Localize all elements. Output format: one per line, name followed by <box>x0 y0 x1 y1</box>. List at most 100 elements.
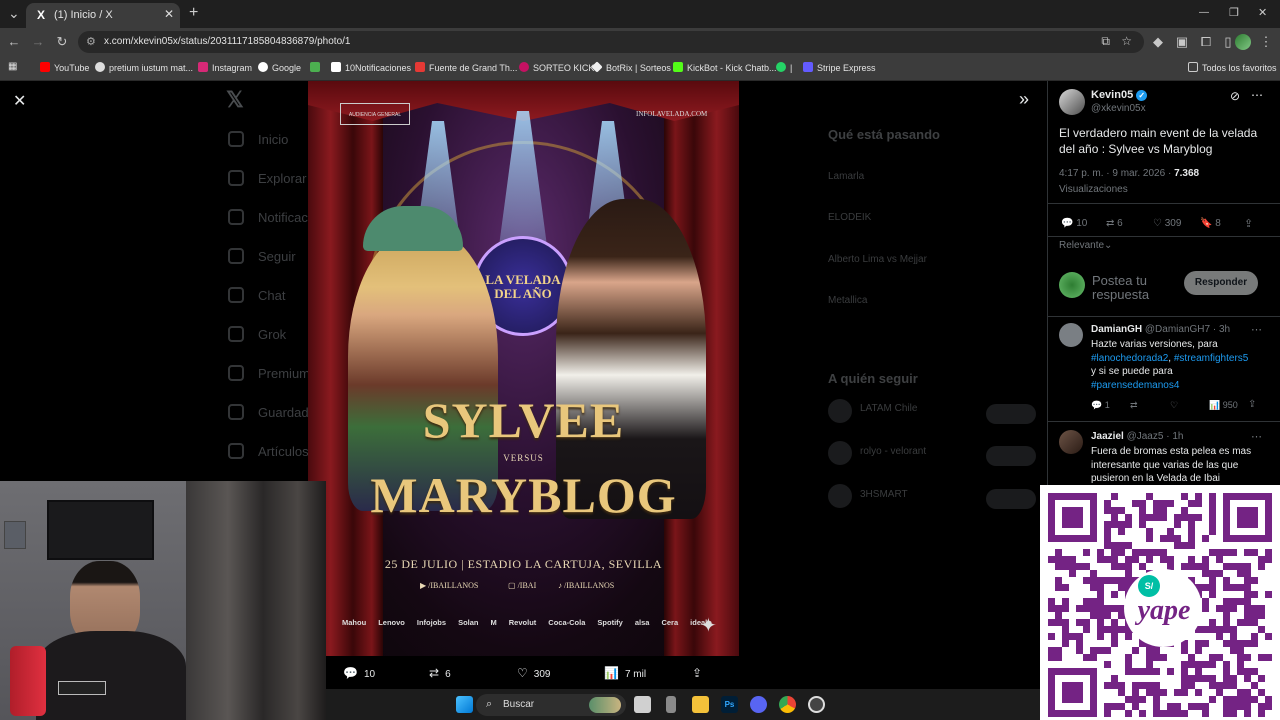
author-name[interactable]: Kevin05 ✓ <box>1091 89 1148 101</box>
share-icon[interactable]: ⇪ <box>1244 217 1253 230</box>
heart-icon[interactable]: ♡ <box>1170 400 1178 411</box>
close-window-icon[interactable]: ✕ <box>1258 6 1267 20</box>
views-button[interactable]: 📊 7 mil <box>604 666 646 680</box>
qr-module <box>1237 563 1244 570</box>
bookmark-kickbot[interactable]: KickBot - Kick Chatb... <box>673 62 777 73</box>
new-tab-icon[interactable]: + <box>189 5 198 21</box>
discord-icon[interactable] <box>750 696 767 713</box>
side-panel-icon[interactable]: ▯ <box>1220 34 1236 50</box>
qr-module <box>1195 500 1202 507</box>
photoshop-icon[interactable]: Ps <box>721 696 738 713</box>
share-icon[interactable]: ⇪ <box>692 666 702 680</box>
author-avatar[interactable] <box>1059 89 1085 115</box>
forward-icon[interactable]: → <box>30 34 46 50</box>
task-view-icon[interactable] <box>634 696 651 713</box>
webcam-overlay <box>0 481 326 720</box>
qr-module <box>1048 633 1055 640</box>
bookmark-stat[interactable]: 🔖 8 <box>1200 218 1221 229</box>
qr-module <box>1202 556 1209 563</box>
reply-author[interactable]: DamianGH @DamianGH7 · 3h <box>1091 324 1230 335</box>
bookmark-star-icon[interactable]: ☆ <box>1121 34 1132 48</box>
file-explorer-icon[interactable] <box>692 696 709 713</box>
all-bookmarks[interactable]: Todos los favoritos <box>1188 62 1277 73</box>
bookmark-pretium[interactable]: pretium iustum mat... <box>95 62 193 73</box>
author-handle[interactable]: @xkevin05x <box>1091 103 1146 114</box>
extensions-puzzle-icon[interactable]: ⧠ <box>1198 34 1214 50</box>
reply-avatar[interactable] <box>1059 430 1083 454</box>
share-icon[interactable]: ⇪ <box>1248 399 1256 410</box>
windows-taskbar: ⌕ Buscar Ps <box>326 689 1040 720</box>
qr-module <box>1097 591 1104 598</box>
qr-module <box>1125 570 1132 577</box>
qr-module <box>1223 682 1230 689</box>
bookmark-youtube[interactable]: YouTube <box>40 62 89 73</box>
more-options-icon[interactable]: ⋯ <box>1251 88 1263 102</box>
qr-module <box>1090 654 1097 661</box>
x-logo-icon: X <box>36 8 45 22</box>
close-tab-icon[interactable]: ✕ <box>164 7 174 21</box>
reply-input[interactable]: Postea tu respuesta <box>1092 274 1172 302</box>
sponsor-row: Mahou Lenovo Infojobs Solan M Revolut Coca-Col… <box>342 618 712 627</box>
bookmark-botrix[interactable]: BotRix | Sorteos <box>591 61 671 73</box>
bookmark-instagram[interactable]: Instagram <box>198 62 252 73</box>
profile-avatar[interactable] <box>1235 34 1251 50</box>
qr-module <box>1132 696 1139 703</box>
address-bar[interactable]: ⚙ x.com/xkevin05x/status/203111718580483… <box>78 31 1144 53</box>
qr-module <box>1048 654 1055 661</box>
bookmark-10notificaciones[interactable]: 10Notificaciones <box>331 62 411 73</box>
qr-module <box>1237 619 1244 626</box>
reply-stat[interactable]: 💬 10 <box>1061 218 1087 229</box>
qr-module <box>1251 605 1258 612</box>
bookmark-whatsapp[interactable]: | <box>776 62 792 73</box>
back-icon[interactable]: ← <box>6 34 22 50</box>
reply-button[interactable]: 💬 10 <box>343 666 375 680</box>
qr-module <box>1195 647 1202 654</box>
qr-module <box>1097 612 1104 619</box>
bookmark-google[interactable]: Google <box>258 62 301 73</box>
bookmark-sorteo-kick[interactable]: SORTEO KICK <box>519 62 594 73</box>
bookmark-extension[interactable] <box>310 62 324 73</box>
like-stat[interactable]: ♡ 309 <box>1153 218 1181 229</box>
minimize-icon[interactable]: — <box>1199 6 1209 20</box>
chrome-icon[interactable] <box>779 696 796 713</box>
qr-module <box>1111 549 1118 556</box>
repost-button[interactable]: ⇄ 6 <box>429 666 451 680</box>
reply-stat[interactable]: 💬 1 <box>1091 400 1110 411</box>
reply-author[interactable]: Jaaziel @Jaaz5 · 1h <box>1091 431 1183 442</box>
like-button[interactable]: ♡ 309 <box>517 666 550 680</box>
reply-submit-button[interactable]: Responder <box>1184 271 1258 295</box>
tab-active[interactable]: X (1) Inicio / X ✕ <box>26 3 180 28</box>
tweet-photo[interactable]: AUDIENCIA GENERAL INFOLAVELADA.COM LA VE… <box>308 81 739 656</box>
restore-icon[interactable]: ❐ <box>1229 6 1239 20</box>
qr-module <box>1181 647 1188 654</box>
app-icon[interactable] <box>808 696 825 713</box>
close-viewer-icon[interactable]: ✕ <box>13 91 26 111</box>
taskbar-search[interactable]: ⌕ Buscar <box>476 694 626 716</box>
menu-kebab-icon[interactable]: ⋮ <box>1258 34 1274 50</box>
qr-module <box>1202 661 1209 668</box>
apps-grid-icon[interactable]: ▦ <box>8 61 17 72</box>
bookmark-grand-theft[interactable]: Fuente de Grand Th... <box>415 62 517 73</box>
install-app-icon[interactable]: ⧉ <box>1101 34 1110 49</box>
reload-icon[interactable]: ↻ <box>54 34 70 50</box>
yape-logo: yape <box>1137 595 1191 626</box>
extension-2-icon[interactable]: ▣ <box>1174 34 1190 50</box>
qr-module <box>1216 626 1223 633</box>
views-stat[interactable]: 📊 950 <box>1209 400 1238 411</box>
reply-avatar[interactable] <box>1059 323 1083 347</box>
collapse-sidebar-icon[interactable]: » <box>1019 89 1029 110</box>
windows-start-icon[interactable] <box>456 696 473 713</box>
more-options-icon[interactable]: ⋯ <box>1251 323 1262 336</box>
qr-module <box>1132 689 1139 696</box>
grok-icon[interactable]: ⊘ <box>1230 89 1240 103</box>
extension-icon[interactable]: ◆ <box>1150 34 1166 50</box>
site-info-icon[interactable]: ⚙ <box>86 35 96 48</box>
qr-module <box>1139 514 1146 521</box>
bookmark-stripe[interactable]: Stripe Express <box>803 62 876 73</box>
more-options-icon[interactable]: ⋯ <box>1251 430 1262 443</box>
repost-stat[interactable]: ⇄ 6 <box>1106 218 1123 229</box>
app-icon[interactable] <box>666 696 676 713</box>
sort-dropdown[interactable]: Relevante⌄ <box>1059 240 1112 251</box>
tab-list-icon[interactable]: ⌄ <box>8 6 20 20</box>
repost-icon[interactable]: ⇄ <box>1130 400 1138 411</box>
